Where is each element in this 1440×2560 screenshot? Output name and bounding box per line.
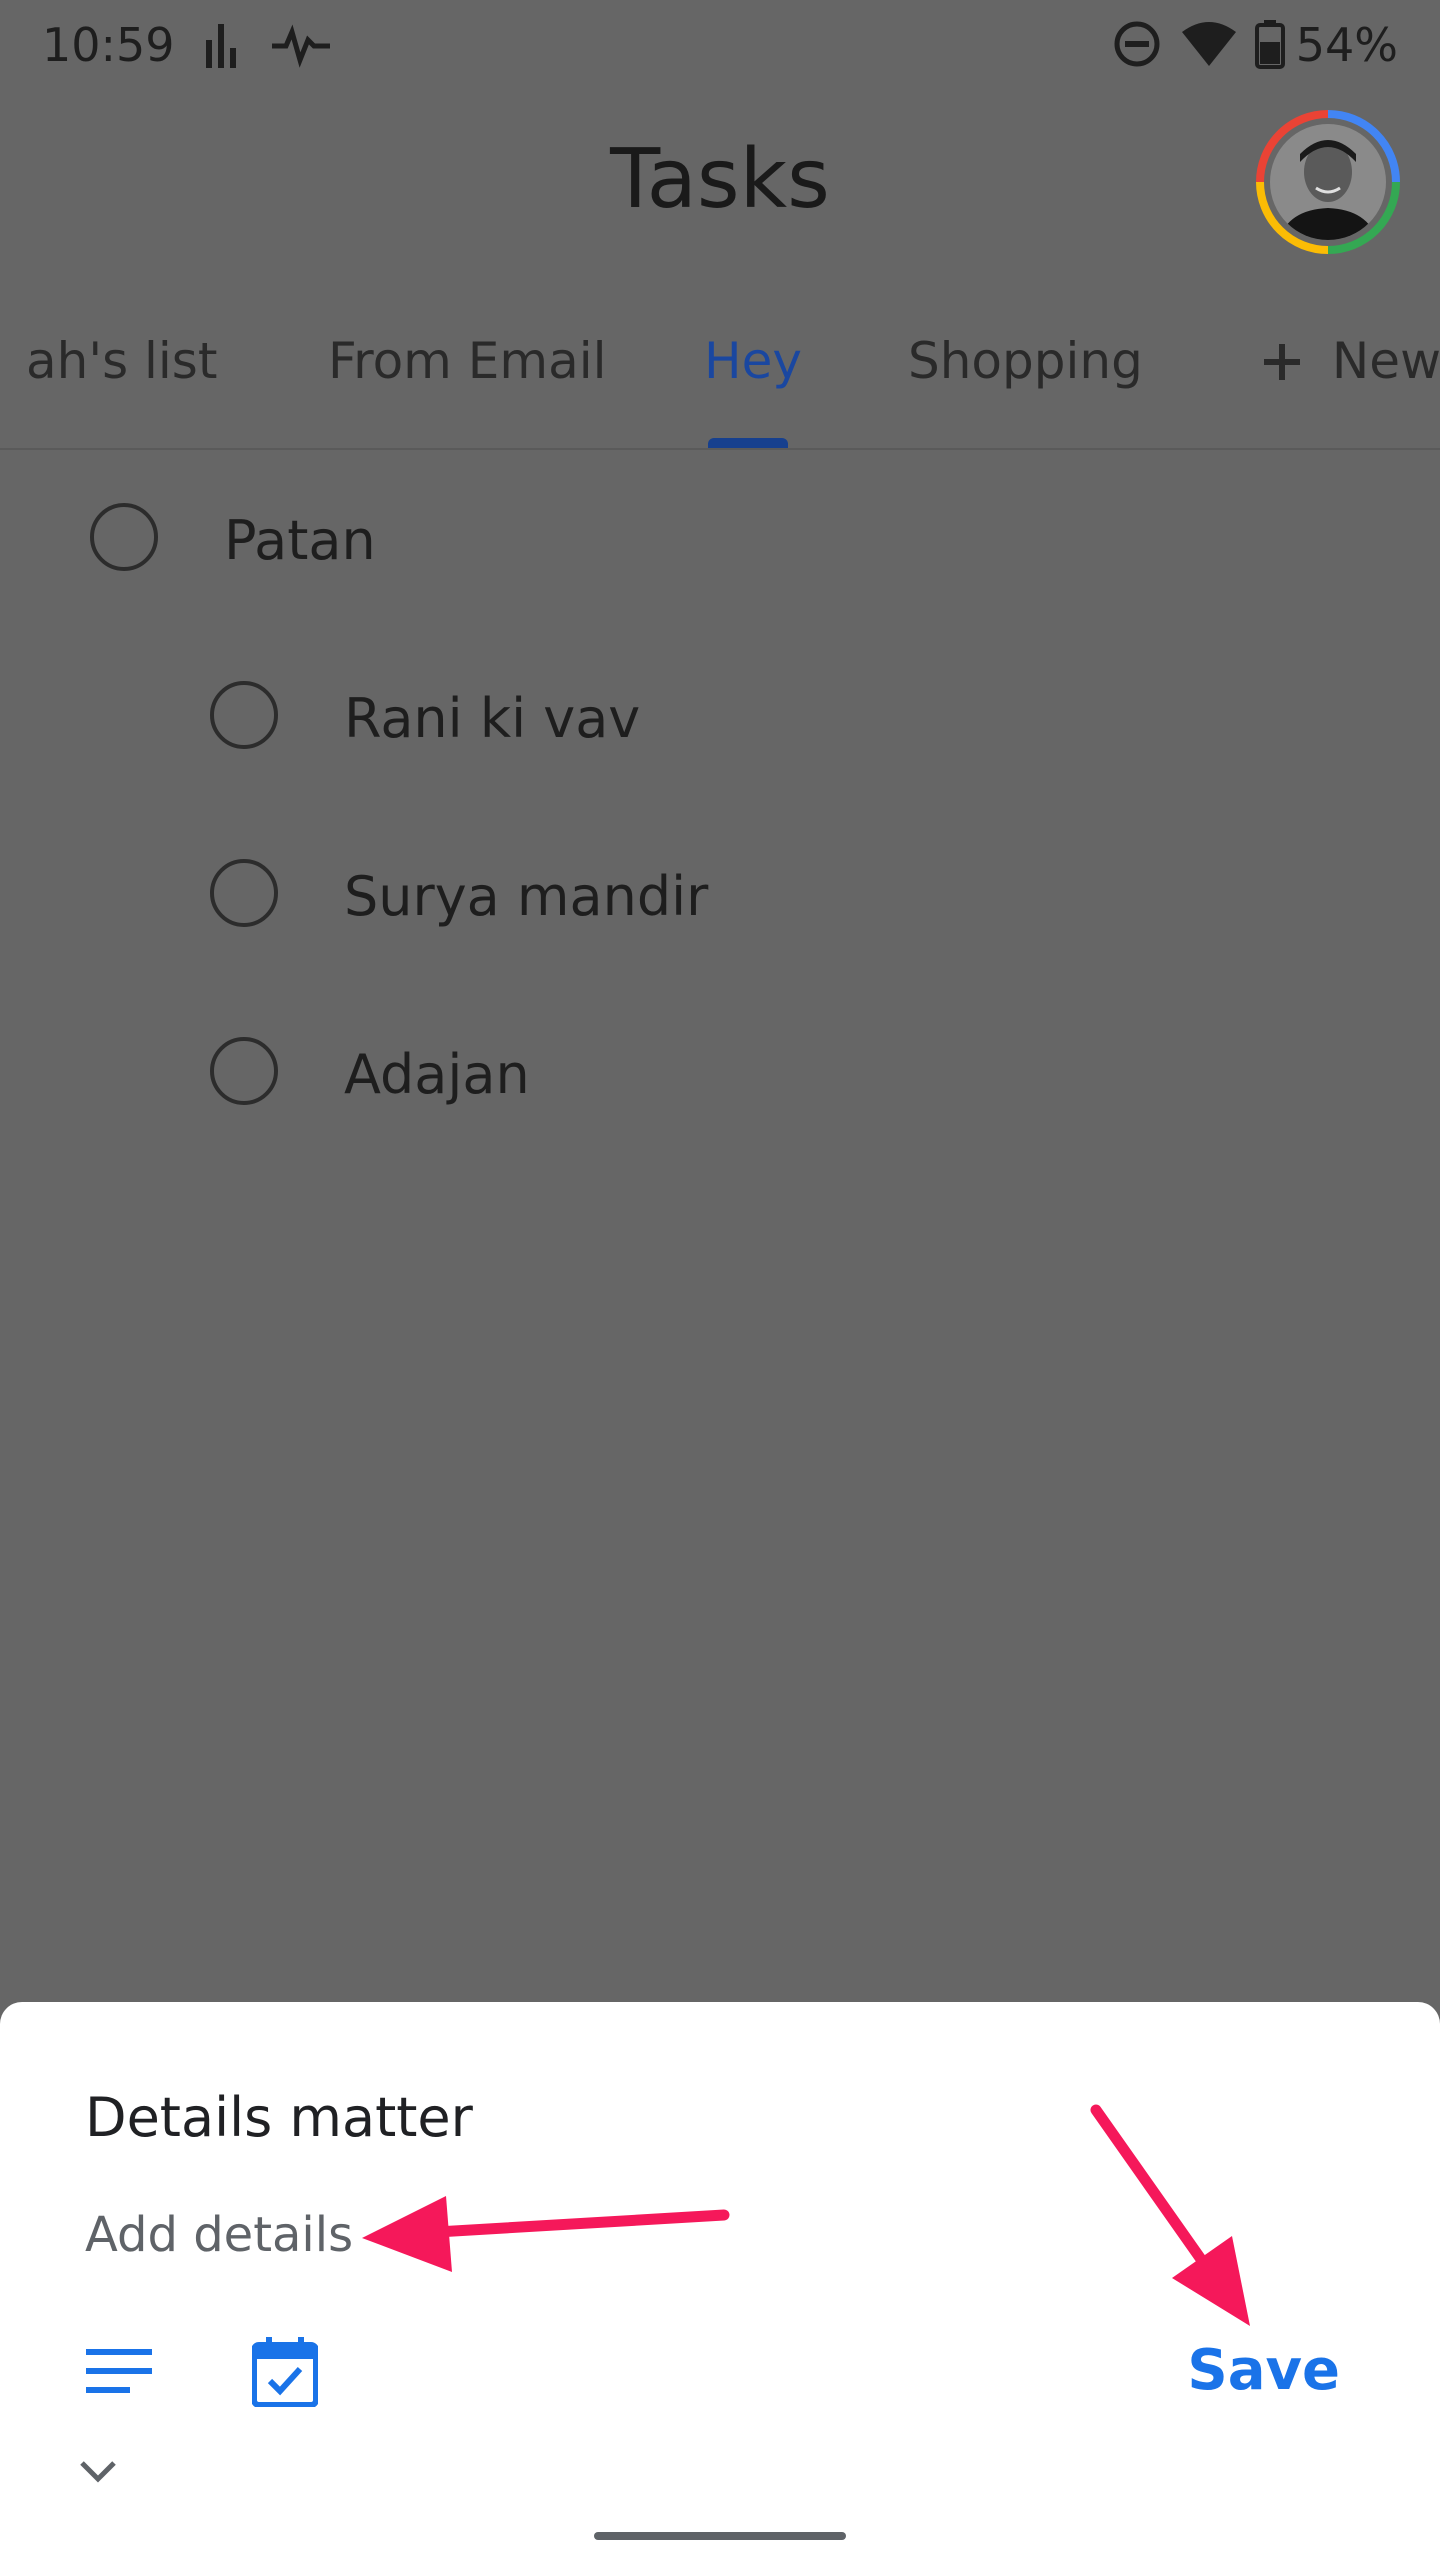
task-label[interactable]: Rani ki vav — [344, 687, 640, 750]
home-gesture-handle[interactable] — [594, 2532, 846, 2540]
tab-from-email[interactable]: From Email — [328, 332, 607, 390]
list-tabs: ah's list From Email Hey Shopping New — [0, 320, 1440, 450]
tab-ahs-list[interactable]: ah's list — [26, 332, 217, 390]
calendar-check-icon[interactable] — [251, 2337, 319, 2412]
battery-percent: 54% — [1295, 18, 1398, 72]
tab-new-label: New — [1331, 332, 1440, 390]
task-checkbox[interactable] — [210, 681, 278, 749]
new-task-sheet: Details matter Save — [0, 2002, 1440, 2560]
task-checkbox[interactable] — [210, 859, 278, 927]
tab-hey[interactable]: Hey — [704, 332, 802, 390]
account-avatar-icon[interactable] — [1256, 110, 1400, 254]
bar-chart-icon — [204, 18, 240, 75]
save-button[interactable]: Save — [1187, 2338, 1340, 2403]
task-label[interactable]: Patan — [224, 509, 376, 572]
tabs-divider — [0, 448, 1440, 450]
tab-shopping[interactable]: Shopping — [908, 332, 1143, 390]
tab-new-list[interactable]: New — [1262, 332, 1440, 390]
status-time: 10:59 — [42, 18, 175, 72]
pulse-icon — [270, 18, 332, 75]
task-checkbox[interactable] — [90, 503, 158, 571]
task-title[interactable]: Details matter — [85, 2086, 473, 2149]
chevron-down-icon[interactable] — [78, 2457, 118, 2492]
task-checkbox[interactable] — [210, 1037, 278, 1105]
add-details-input[interactable] — [85, 2200, 985, 2270]
task-label[interactable]: Surya mandir — [344, 865, 708, 928]
notes-icon[interactable] — [86, 2347, 152, 2402]
do-not-disturb-icon — [1112, 18, 1162, 75]
wifi-icon — [1180, 18, 1238, 75]
page-title: Tasks — [610, 132, 830, 227]
plus-icon — [1262, 332, 1318, 390]
task-label[interactable]: Adajan — [344, 1043, 530, 1106]
status-bar: 10:59 54% — [0, 0, 1440, 90]
battery-icon — [1254, 18, 1286, 75]
